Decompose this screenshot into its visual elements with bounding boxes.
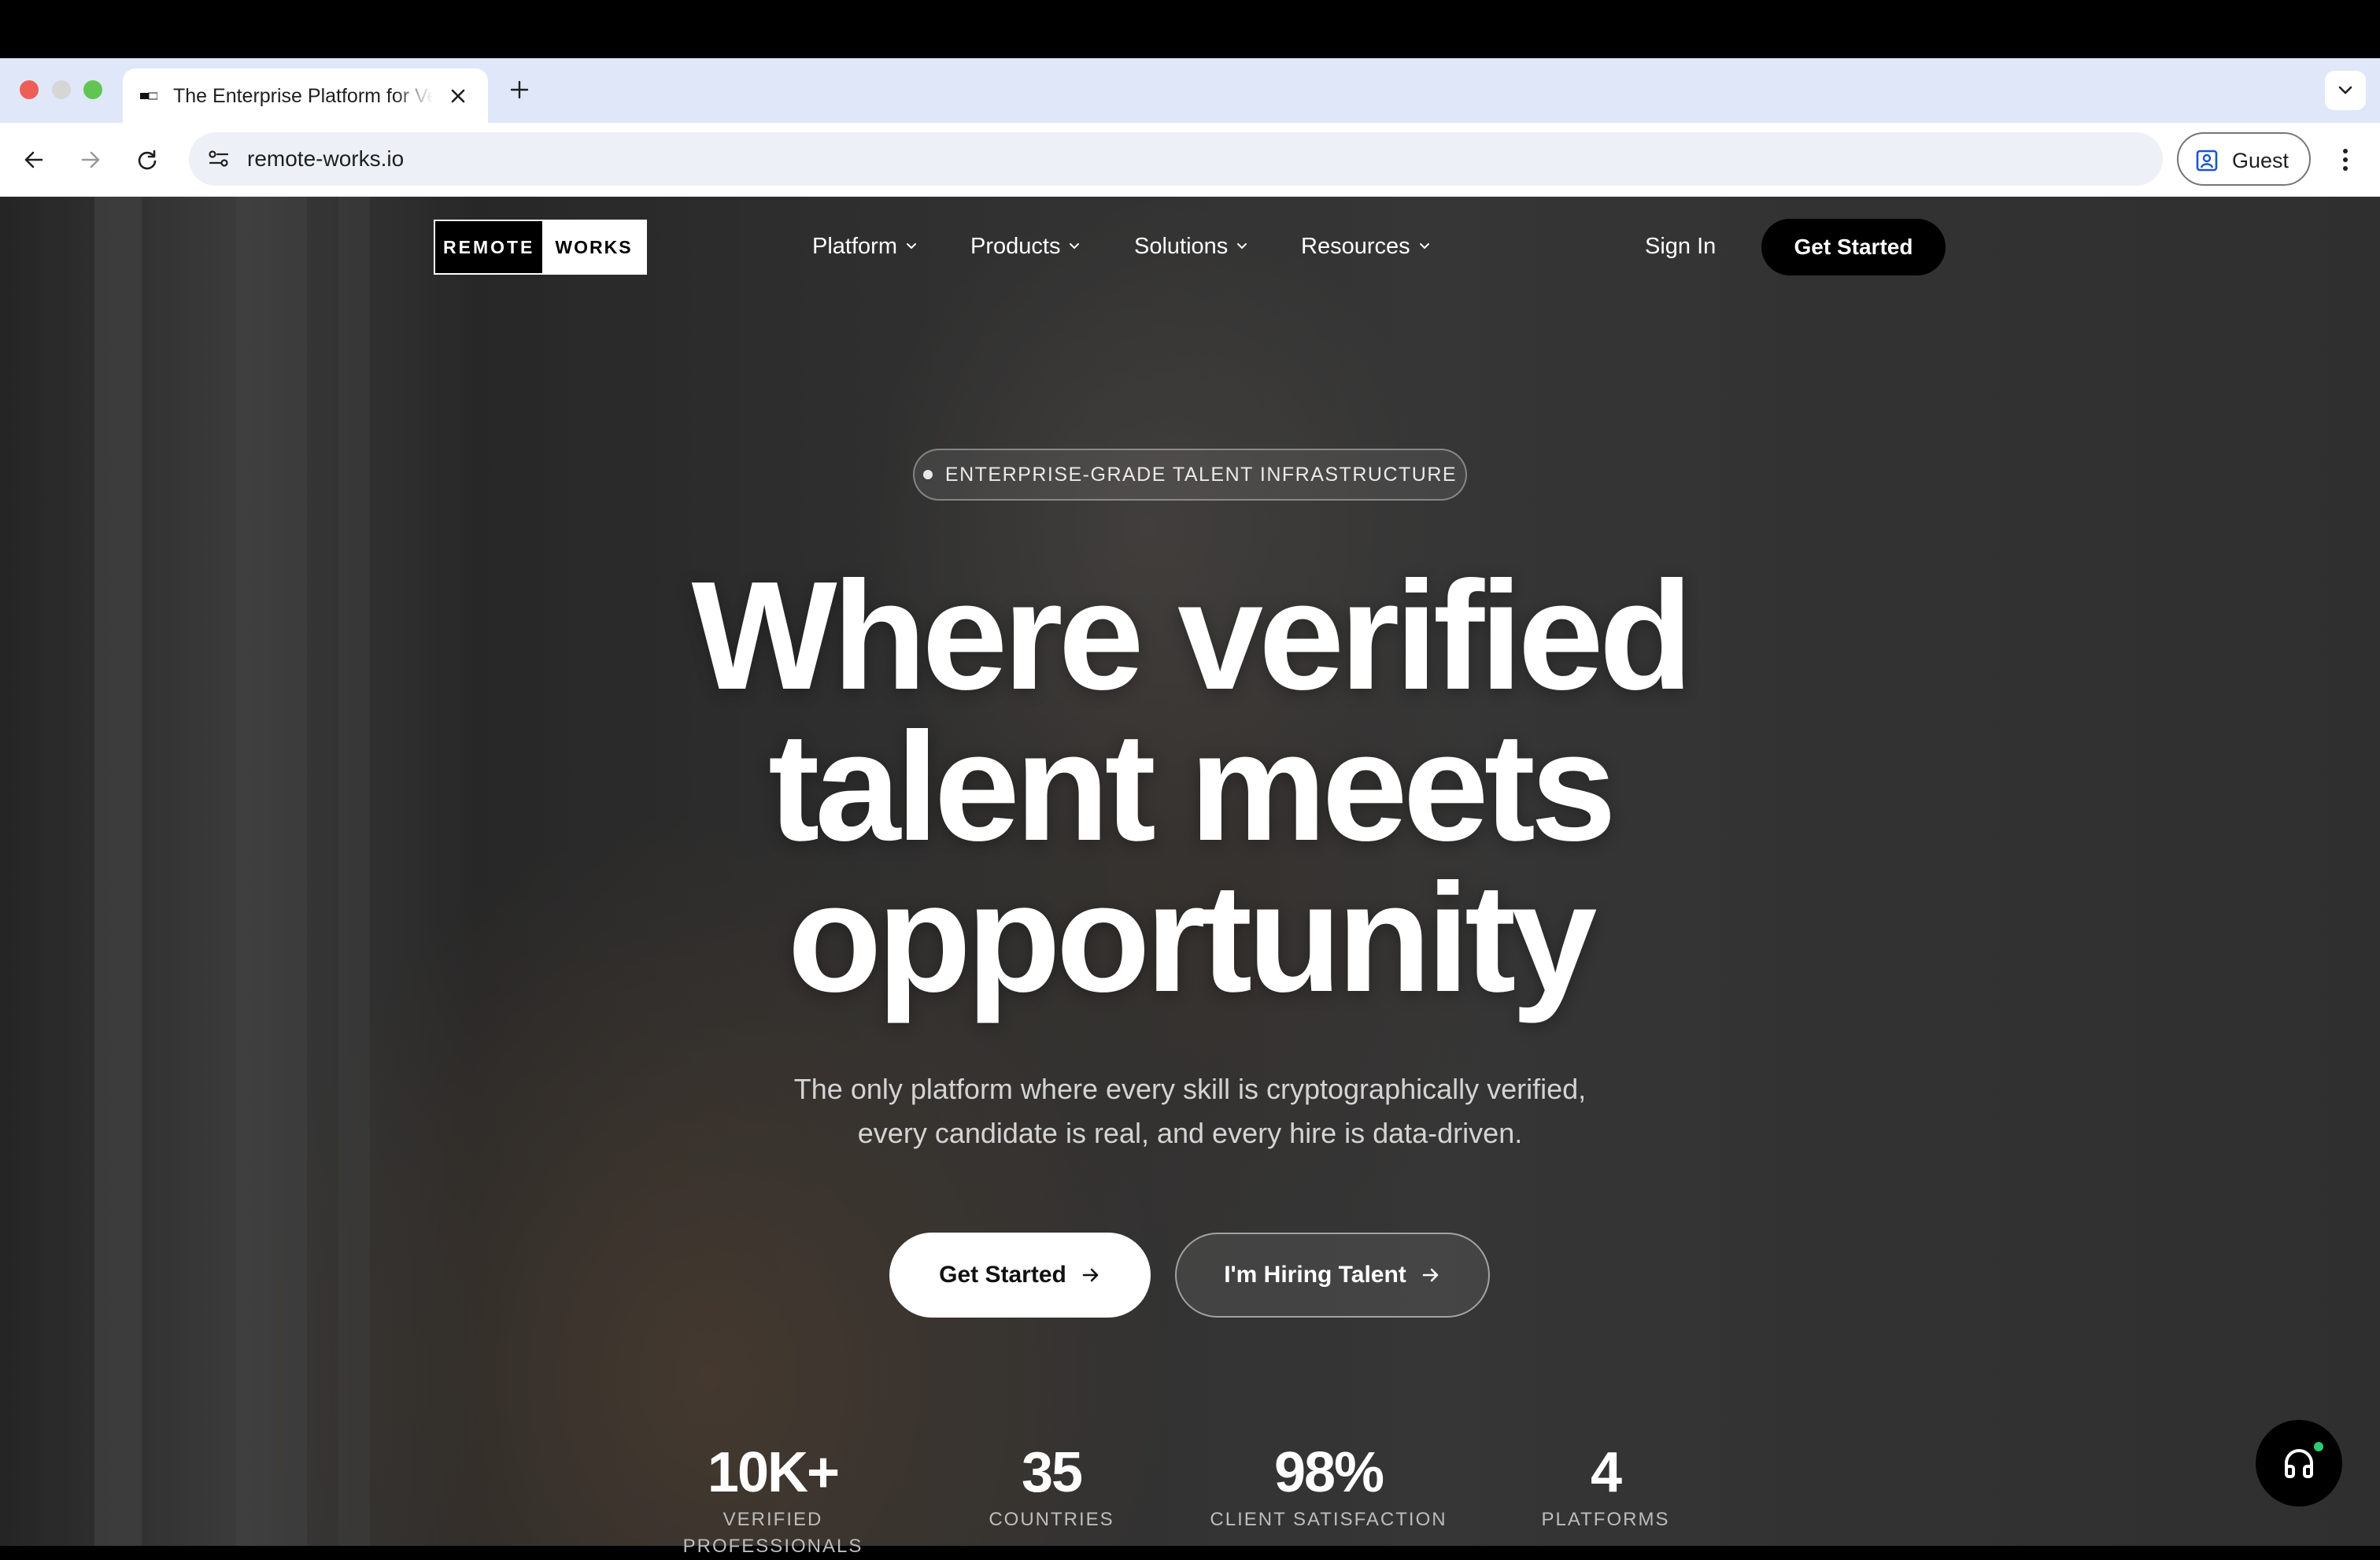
close-tab-icon[interactable]	[444, 82, 472, 110]
nav-products[interactable]: Products	[970, 231, 1081, 262]
minimize-window-button[interactable]	[52, 80, 71, 99]
nav-solutions[interactable]: Solutions	[1134, 231, 1248, 262]
stat-verified-professionals: 10K+ VERIFIED PROFESSIONALS	[639, 1439, 907, 1560]
chevron-down-icon	[906, 243, 916, 250]
nav-get-started-button[interactable]: Get Started	[1761, 219, 1946, 275]
site-settings-icon[interactable]	[203, 143, 235, 175]
nav-label: Products	[970, 234, 1061, 259]
forward-arrow-icon[interactable]	[71, 140, 110, 179]
stat-value: 4	[1590, 1441, 1622, 1504]
maximize-window-button[interactable]	[83, 80, 102, 99]
site-logo[interactable]: REMOTE WORKS	[434, 220, 647, 275]
profile-button[interactable]: Guest	[2177, 132, 2311, 186]
stat-client-satisfaction: 98% CLIENT SATISFACTION	[1195, 1439, 1462, 1533]
stat-value: 10K+	[707, 1441, 840, 1504]
logo-works-text: WORKS	[542, 221, 645, 273]
hiring-talent-label: I'm Hiring Talent	[1224, 1262, 1406, 1288]
support-chat-button[interactable]	[2256, 1420, 2342, 1506]
stat-value: 35	[1021, 1441, 1083, 1504]
stat-label: VERIFIED PROFESSIONALS	[682, 1509, 863, 1557]
hero-badge: ENTERPRISE-GRADE TALENT INFRASTRUCTURE	[913, 449, 1467, 501]
tab-title: The Enterprise Platform for Verified Tal…	[173, 85, 433, 107]
badge-text: ENTERPRISE-GRADE TALENT INFRASTRUCTURE	[944, 463, 1458, 486]
browser-toolbar: remote-works.io Guest	[0, 123, 2380, 197]
browser-tab[interactable]: The Enterprise Platform for Verified Tal…	[123, 68, 488, 123]
nav-resources[interactable]: Resources	[1301, 231, 1431, 262]
subtitle-line: The only platform where every skill is c…	[793, 1073, 1587, 1105]
stat-label: CLIENT SATISFACTION	[1210, 1509, 1447, 1530]
stat-label: PLATFORMS	[1541, 1509, 1670, 1530]
subtitle-line: every candidate is real, and every hire …	[857, 1117, 1523, 1149]
profile-icon	[2196, 150, 2218, 172]
tab-search-icon[interactable]	[2325, 71, 2366, 110]
close-window-button[interactable]	[20, 80, 39, 99]
get-started-label: Get Started	[939, 1262, 1066, 1288]
nav-platform[interactable]: Platform	[812, 231, 918, 262]
chevron-down-icon	[1419, 243, 1429, 250]
hiring-talent-button[interactable]: I'm Hiring Talent	[1175, 1233, 1490, 1318]
arrow-right-icon	[1082, 1268, 1099, 1282]
new-tab-icon[interactable]	[504, 74, 535, 105]
favicon-icon	[140, 92, 157, 100]
hero-subtitle: The only platform where every skill is c…	[639, 1067, 1741, 1155]
arrow-right-icon	[1422, 1268, 1439, 1282]
back-arrow-icon[interactable]	[14, 140, 54, 179]
nav-label: Solutions	[1134, 234, 1229, 259]
stat-platforms: 4 PLATFORMS	[1472, 1439, 1739, 1533]
headline-line: talent meets	[768, 701, 1617, 873]
logo-remote-text: REMOTE	[435, 221, 543, 273]
chevron-down-icon	[1070, 243, 1080, 250]
online-status-dot	[2312, 1440, 2325, 1453]
reload-icon[interactable]	[128, 140, 167, 179]
get-started-button[interactable]: Get Started	[889, 1233, 1151, 1318]
badge-dot-icon	[922, 470, 933, 479]
more-menu-icon[interactable]	[2328, 140, 2363, 179]
stat-value: 98%	[1273, 1441, 1384, 1504]
chevron-down-icon	[1237, 243, 1247, 250]
stat-countries: 35 COUNTRIES	[918, 1439, 1185, 1533]
profile-label: Guest	[2232, 149, 2289, 172]
url-text[interactable]: remote-works.io	[247, 146, 404, 172]
hero-headline: Where verified talent meets opportunity	[403, 549, 1977, 1024]
screen-top-bar	[0, 0, 2380, 58]
nav-label: Resources	[1301, 234, 1410, 259]
headline-line: Where verified	[691, 549, 1694, 722]
headset-icon	[2285, 1449, 2313, 1478]
stat-label: COUNTRIES	[989, 1509, 1114, 1530]
headline-line: opportunity	[787, 852, 1598, 1024]
sign-in-link[interactable]: Sign In	[1645, 231, 1716, 262]
nav-label: Platform	[812, 234, 897, 259]
address-bar[interactable]: remote-works.io	[189, 132, 2163, 186]
